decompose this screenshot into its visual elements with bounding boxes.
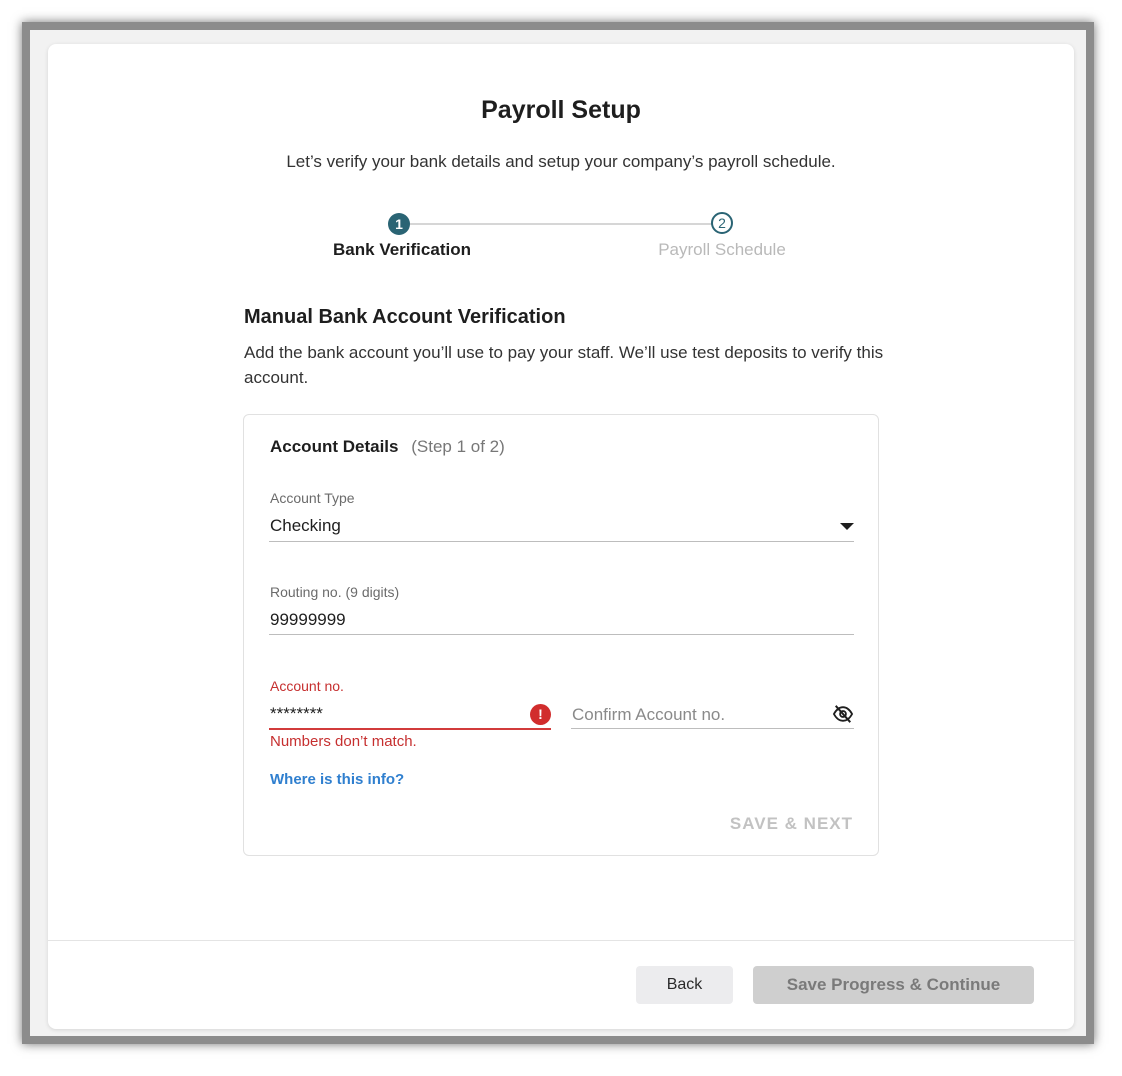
section-description: Add the bank account you’ll use to pay y… [244, 343, 884, 387]
confirm-account-underline [571, 728, 854, 729]
stepper-connector [410, 223, 712, 225]
chevron-down-icon[interactable] [840, 523, 854, 530]
confirm-account-number-input[interactable]: Confirm Account no. [572, 705, 725, 725]
account-type-underline [269, 541, 854, 542]
page-title: Payroll Setup [481, 96, 641, 124]
routing-number-underline [269, 634, 854, 635]
page-subtitle: Let’s verify your bank details and setup… [286, 152, 836, 171]
section-title: Manual Bank Account Verification [244, 306, 566, 328]
footer-divider [48, 940, 1074, 941]
account-details-step: (Step 1 of 2) [411, 437, 505, 456]
routing-number-input[interactable]: 99999999 [270, 610, 346, 630]
save-next-button[interactable]: SAVE & NEXT [700, 814, 853, 834]
account-type-label: Account Type [270, 490, 355, 506]
save-progress-continue-button[interactable]: Save Progress & Continue [753, 966, 1034, 1004]
account-details-panel [243, 414, 879, 856]
where-is-this-info-link[interactable]: Where is this info? [270, 771, 404, 788]
step-2-label: Payroll Schedule [658, 240, 786, 259]
account-number-input[interactable]: ******** [270, 704, 323, 724]
step-2-indicator: 2 [711, 212, 733, 234]
step-1-label: Bank Verification [333, 240, 471, 259]
account-details-header: Account Details (Step 1 of 2) [270, 437, 505, 457]
routing-number-label: Routing no. (9 digits) [270, 584, 400, 600]
account-number-label: Account no. [270, 678, 344, 694]
back-button[interactable]: Back [636, 966, 733, 1004]
account-details-title: Account Details [270, 437, 399, 456]
account-number-error: Numbers don’t match. [270, 733, 417, 750]
error-icon: ! [530, 704, 551, 725]
eye-slash-icon[interactable] [832, 704, 854, 724]
account-number-underline [269, 728, 551, 730]
step-1-indicator: 1 [388, 213, 410, 235]
account-type-select[interactable]: Checking [270, 516, 341, 536]
